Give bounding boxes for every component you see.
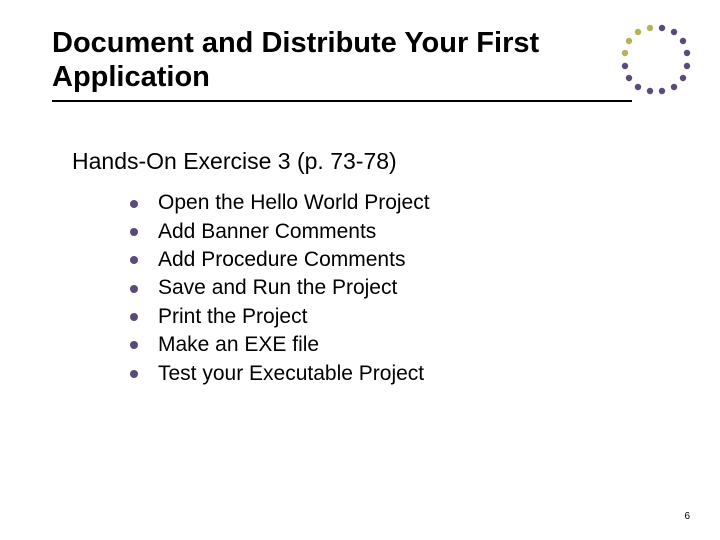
bullet-icon	[130, 228, 138, 236]
list-item-label: Make an EXE file	[158, 331, 319, 359]
list-item: Open the Hello World Project	[130, 189, 668, 217]
bullet-icon	[130, 341, 138, 349]
list-item-label: Add Banner Comments	[158, 218, 376, 246]
bullet-list: Open the Hello World Project Add Banner …	[130, 189, 668, 387]
bullet-icon	[130, 370, 138, 378]
list-item-label: Print the Project	[158, 303, 307, 331]
list-item-label: Add Procedure Comments	[158, 246, 405, 274]
list-item-label: Open the Hello World Project	[158, 189, 430, 217]
bullet-icon	[130, 200, 138, 208]
list-item: Make an EXE file	[130, 331, 668, 359]
slide: Document and Distribute Your First Appli…	[0, 0, 720, 540]
list-item-label: Save and Run the Project	[158, 274, 397, 302]
bullet-icon	[130, 256, 138, 264]
title-block: Document and Distribute Your First Appli…	[52, 26, 632, 102]
slide-title: Document and Distribute Your First Appli…	[52, 26, 632, 94]
list-item: Print the Project	[130, 303, 668, 331]
page-number: 6	[684, 511, 690, 522]
list-item: Save and Run the Project	[130, 274, 668, 302]
bullet-icon	[130, 313, 138, 321]
bullet-icon	[130, 285, 138, 293]
list-item: Add Banner Comments	[130, 218, 668, 246]
slide-subtitle: Hands-On Exercise 3 (p. 73-78)	[72, 148, 668, 175]
list-item-label: Test your Executable Project	[158, 360, 424, 388]
list-item: Test your Executable Project	[130, 360, 668, 388]
list-item: Add Procedure Comments	[130, 246, 668, 274]
